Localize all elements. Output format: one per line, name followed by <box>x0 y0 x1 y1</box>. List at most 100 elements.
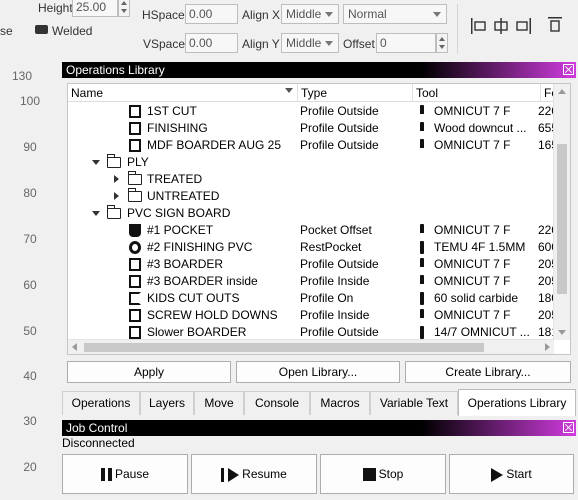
profile-inside-icon <box>129 309 141 322</box>
align-y-value: Middle <box>286 36 322 50</box>
column-header-type[interactable]: Type <box>298 84 413 102</box>
close-icon[interactable] <box>563 422 574 433</box>
align-left-icon[interactable] <box>470 16 488 36</box>
scroll-right-icon[interactable] <box>545 343 550 351</box>
tab-console[interactable]: Console <box>244 391 310 415</box>
profile-on-icon <box>129 292 141 305</box>
panel-tabs: Operations Layers Move Console Macros Va… <box>62 389 576 416</box>
tab-variable-text[interactable]: Variable Text <box>370 391 458 415</box>
column-header-tool[interactable]: Tool <box>413 84 541 102</box>
open-library-button[interactable]: Open Library... <box>236 361 400 383</box>
table-row[interactable]: KIDS CUT OUTS Profile On 60 solid carbid… <box>68 290 554 307</box>
scrollbar-thumb[interactable] <box>84 343 484 352</box>
align-x-label: Align X <box>242 8 281 22</box>
tab-layers[interactable]: Layers <box>140 391 194 415</box>
op-type: Profile Inside <box>300 308 370 322</box>
scroll-left-icon[interactable] <box>72 343 77 351</box>
tool-bit-icon <box>420 105 424 118</box>
tab-operations[interactable]: Operations <box>62 391 140 415</box>
start-button[interactable]: Start <box>449 454 574 494</box>
chevron-down-icon <box>325 41 333 46</box>
vspace-label: VSpace <box>143 37 186 51</box>
align-y-label: Align Y <box>242 37 280 51</box>
align-x-select[interactable]: Middle <box>281 4 339 24</box>
mode-select[interactable]: Normal <box>343 4 447 24</box>
table-row[interactable]: MDF BOARDER AUG 25 Profile Outside OMNIC… <box>68 137 554 154</box>
ruler-tick: 20 <box>23 460 37 474</box>
scroll-up-icon[interactable] <box>558 89 566 94</box>
op-tool: OMNICUT 7 F <box>434 274 511 288</box>
folder-row[interactable]: UNTREATED <box>68 188 554 205</box>
tab-move[interactable]: Move <box>194 391 244 415</box>
op-name: FINISHING <box>147 121 208 135</box>
tool-bit-icon <box>420 258 424 271</box>
clipped-option-label: se <box>0 24 13 38</box>
offset-label: Offset <box>343 37 375 51</box>
vspace-input[interactable]: 0.00 <box>185 33 238 53</box>
vertical-scrollbar[interactable] <box>553 84 570 340</box>
profile-outside-icon <box>129 326 141 339</box>
table-row[interactable]: FINISHING Profile Outside Wood downcut .… <box>68 120 554 137</box>
folder-row[interactable]: PLY <box>68 154 554 171</box>
folder-row[interactable]: TREATED <box>68 171 554 188</box>
table-row[interactable]: SCREW HOLD DOWNS Profile Inside OMNICUT … <box>68 307 554 324</box>
tool-bit-icon <box>420 139 424 152</box>
align-y-select[interactable]: Middle <box>281 33 339 53</box>
expand-arrow-icon[interactable] <box>92 211 100 216</box>
align-x-value: Middle <box>286 7 322 21</box>
horizontal-scrollbar[interactable] <box>68 339 554 354</box>
welded-toggle-icon[interactable] <box>35 25 48 34</box>
op-type: Profile Outside <box>300 121 379 135</box>
table-row[interactable]: #1 POCKET Pocket Offset OMNICUT 7 F 2200 <box>68 222 554 239</box>
expand-arrow-icon[interactable] <box>92 160 100 165</box>
height-input[interactable]: 25.00 <box>72 0 118 17</box>
hspace-input[interactable]: 0.00 <box>185 4 238 24</box>
hspace-label: HSpace <box>142 8 185 22</box>
stop-button[interactable]: Stop <box>320 454 446 494</box>
folder-icon <box>107 205 121 219</box>
folder-row[interactable]: PVC SIGN BOARD <box>68 205 554 222</box>
table-row[interactable]: #2 FINISHING PVC RestPocket TEMU 4F 1.5M… <box>68 239 554 256</box>
profile-outside-icon <box>129 122 141 135</box>
shape-properties-toolbar: Height 25.00 se Welded HSpace 0.00 VSpac… <box>0 0 578 62</box>
align-center-icon[interactable] <box>492 16 510 36</box>
create-library-button[interactable]: Create Library... <box>405 361 571 383</box>
column-header-name[interactable]: Name <box>68 84 298 102</box>
op-type: Profile On <box>300 291 354 305</box>
align-right-icon[interactable] <box>514 16 532 36</box>
collapse-arrow-icon[interactable] <box>114 175 119 183</box>
op-name: MDF BOARDER AUG 25 <box>147 138 282 152</box>
pause-button[interactable]: Pause <box>62 454 188 494</box>
start-icon <box>491 467 504 482</box>
ruler-tick: 80 <box>23 186 37 200</box>
ruler-tick: 100 <box>19 94 41 108</box>
table-row[interactable]: #3 BOARDER inside Profile Inside OMNICUT… <box>68 273 554 290</box>
profile-outside-icon <box>129 105 141 118</box>
op-type: Profile Inside <box>300 274 370 288</box>
folder-icon <box>107 154 121 168</box>
folder-icon <box>128 188 142 202</box>
table-row[interactable]: 1ST CUT Profile Outside OMNICUT 7 F 2200 <box>68 103 554 120</box>
ruler-tick: 60 <box>23 278 37 292</box>
offset-spinner[interactable] <box>436 33 448 53</box>
tool-bit-icon <box>420 224 424 237</box>
operations-tree[interactable]: Name Type Tool Feed 1ST CUT Profile Outs… <box>67 83 571 355</box>
tab-macros[interactable]: Macros <box>310 391 370 415</box>
op-feed: 1800 <box>538 291 554 305</box>
operations-library-title: Operations Library <box>66 63 165 77</box>
apply-button[interactable]: Apply <box>67 361 231 383</box>
close-icon[interactable] <box>563 64 574 75</box>
table-row[interactable]: #3 BOARDER Profile Outside OMNICUT 7 F 2… <box>68 256 554 273</box>
tab-operations-library[interactable]: Operations Library <box>458 389 576 416</box>
collapse-arrow-icon[interactable] <box>114 192 119 200</box>
scrollbar-thumb[interactable] <box>557 144 567 294</box>
height-spinner[interactable] <box>118 0 130 17</box>
job-control-title: Job Control <box>66 421 128 435</box>
vertical-ruler: 130 100 90 80 70 60 50 40 30 20 <box>0 62 60 500</box>
scroll-down-icon[interactable] <box>558 330 566 335</box>
op-feed: 2059 <box>538 308 554 322</box>
offset-input[interactable]: 0 <box>376 33 436 53</box>
align-top-icon[interactable] <box>546 16 564 36</box>
tool-bit-icon <box>420 326 424 339</box>
resume-button[interactable]: Resume <box>191 454 317 494</box>
